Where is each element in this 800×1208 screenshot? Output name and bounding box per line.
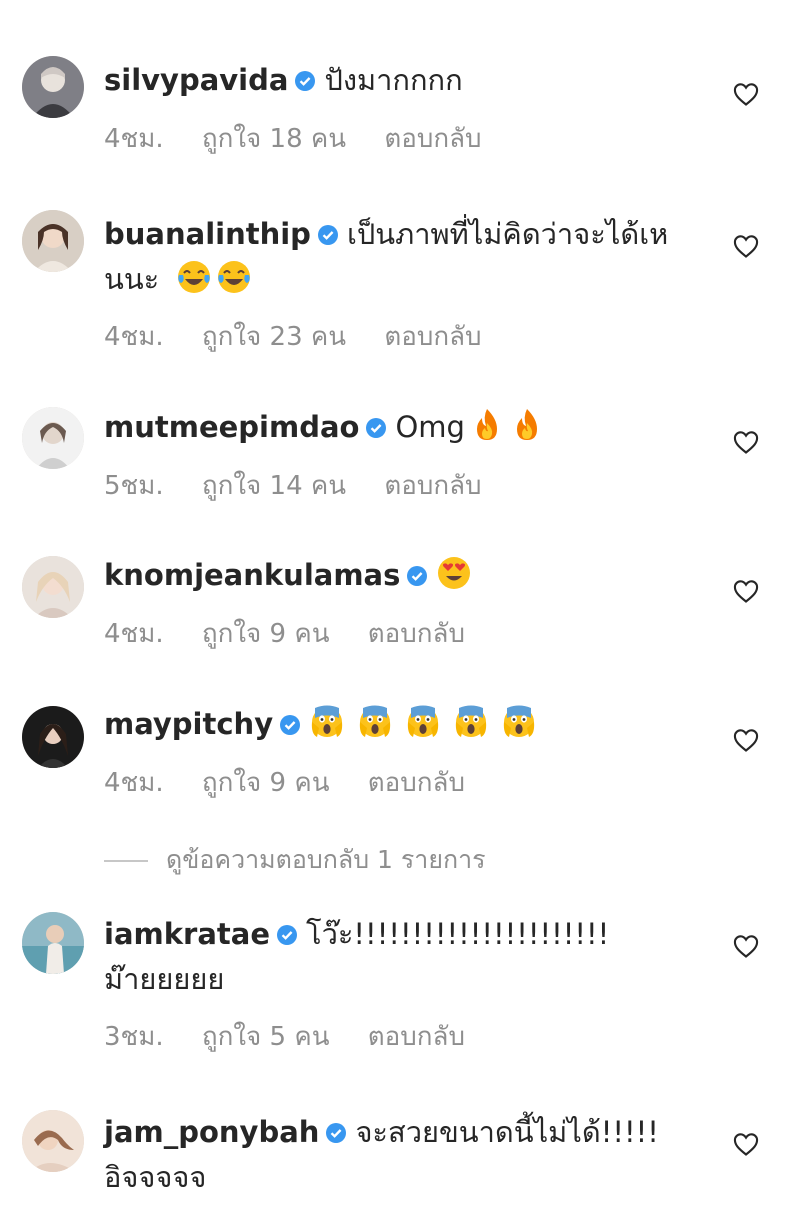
view-replies-divider <box>104 860 148 862</box>
reply-button[interactable]: ตอบกลับ <box>384 471 481 501</box>
screaming-face-emoji-icon <box>309 704 345 740</box>
comment-username[interactable]: silvypavida <box>104 63 288 97</box>
reply-button[interactable]: ตอบกลับ <box>368 619 465 649</box>
like-heart-icon[interactable] <box>732 577 760 605</box>
screaming-face-emoji-icon <box>405 704 441 740</box>
comment-username[interactable]: knomjeankulamas <box>104 558 400 592</box>
view-replies-label: ดูข้อความตอบกลับ 1 รายการ <box>166 845 486 874</box>
verified-badge-icon <box>406 565 428 587</box>
avatar[interactable] <box>22 56 84 118</box>
like-heart-icon[interactable] <box>732 428 760 456</box>
comment-username[interactable]: buanalinthip <box>104 217 311 251</box>
comment-time: 4ชม. <box>104 619 164 649</box>
fire-emoji-icon <box>509 407 545 443</box>
avatar[interactable] <box>22 1110 84 1172</box>
like-heart-icon[interactable] <box>732 80 760 108</box>
view-replies-button[interactable]: ดูข้อความตอบกลับ 1 รายการ <box>104 840 486 880</box>
avatar[interactable] <box>22 556 84 618</box>
comment-username[interactable]: jam_ponybah <box>104 1115 319 1149</box>
comment-likes-count[interactable]: ถูกใจ 5 คน <box>202 1022 330 1052</box>
verified-badge-icon <box>325 1122 347 1144</box>
comments-list: silvypavida ปังมากกกก 4ชม. ถูกใจ 18 คน ตอ… <box>0 0 800 1208</box>
verified-badge-icon <box>294 70 316 92</box>
verified-badge-icon <box>365 417 387 439</box>
comment-time: 4ชม. <box>104 124 164 154</box>
comment-time: 5ชม. <box>104 471 164 501</box>
like-heart-icon[interactable] <box>732 726 760 754</box>
comment-text: Omg <box>395 410 465 444</box>
reply-button[interactable]: ตอบกลับ <box>368 1022 465 1052</box>
like-heart-icon[interactable] <box>732 232 760 260</box>
verified-badge-icon <box>276 924 298 946</box>
screaming-face-emoji-icon <box>453 704 489 740</box>
avatar[interactable] <box>22 407 84 469</box>
heart-eyes-emoji-icon <box>436 555 472 591</box>
comment-username[interactable]: iamkratae <box>104 917 270 951</box>
comment-likes-count[interactable]: ถูกใจ 23 คน <box>202 322 346 352</box>
verified-badge-icon <box>317 224 339 246</box>
tears-of-joy-emoji-icon <box>176 259 212 295</box>
avatar[interactable] <box>22 210 84 272</box>
comment-username[interactable]: maypitchy <box>104 707 273 741</box>
comment-time: 4ชม. <box>104 768 164 798</box>
tears-of-joy-emoji-icon <box>216 259 252 295</box>
verified-badge-icon <box>279 714 301 736</box>
comment-time: 4ชม. <box>104 322 164 352</box>
avatar[interactable] <box>22 912 84 974</box>
like-heart-icon[interactable] <box>732 1130 760 1158</box>
comment-text: ปังมากกกก <box>324 63 463 97</box>
comment-likes-count[interactable]: ถูกใจ 14 คน <box>202 471 346 501</box>
comment-username[interactable]: mutmeepimdao <box>104 410 359 444</box>
comment-likes-count[interactable]: ถูกใจ 9 คน <box>202 768 330 798</box>
reply-button[interactable]: ตอบกลับ <box>384 322 481 352</box>
reply-button[interactable]: ตอบกลับ <box>368 768 465 798</box>
like-heart-icon[interactable] <box>732 932 760 960</box>
screaming-face-emoji-icon <box>357 704 393 740</box>
reply-button[interactable]: ตอบกลับ <box>384 124 481 154</box>
comment-time: 3ชม. <box>104 1022 164 1052</box>
comment-likes-count[interactable]: ถูกใจ 9 คน <box>202 619 330 649</box>
avatar[interactable] <box>22 706 84 768</box>
screaming-face-emoji-icon <box>501 704 537 740</box>
comment-likes-count[interactable]: ถูกใจ 18 คน <box>202 124 346 154</box>
fire-emoji-icon <box>469 407 505 443</box>
